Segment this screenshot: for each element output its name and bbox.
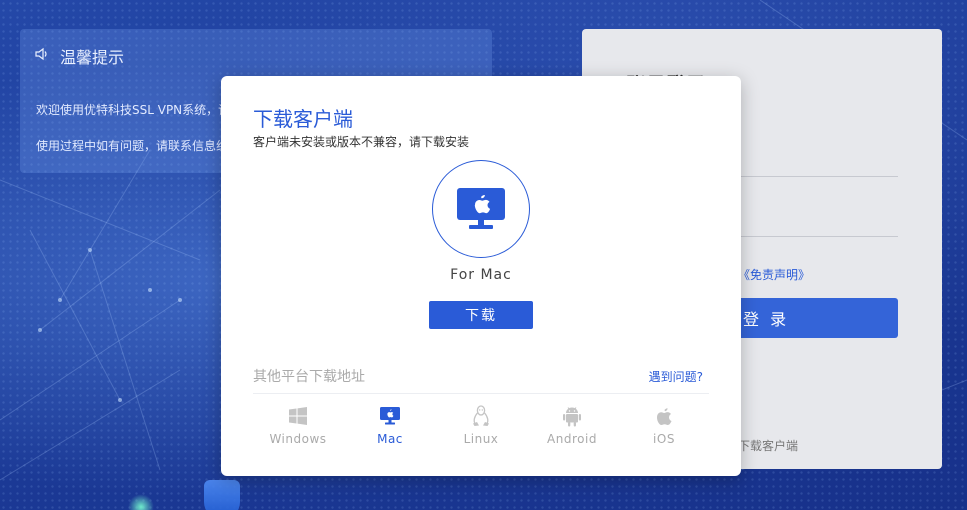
tab-mac[interactable]: Mac (350, 404, 430, 452)
tab-linux[interactable]: Linux (441, 404, 521, 452)
tip-line-2: 使用过程中如有问题，请联系信息组 (36, 139, 229, 153)
modal-title: 下载客户端 (253, 107, 353, 131)
help-link[interactable]: 遇到问题? (649, 368, 703, 385)
apple-icon (624, 404, 704, 428)
mac-monitor-icon (350, 404, 430, 428)
divider (253, 393, 709, 394)
tab-android[interactable]: Android (532, 404, 612, 452)
password-field-underline[interactable] (722, 236, 898, 237)
speaker-icon (34, 46, 50, 66)
linux-icon (441, 404, 521, 428)
tip-title-text: 温馨提示 (60, 48, 125, 67)
tab-windows-label: Windows (269, 432, 327, 446)
download-client-modal: 下载客户端 客户端未安装或版本不兼容，请下载安装 For Mac 下载 其他平台… (221, 76, 741, 476)
tip-line-1: 欢迎使用优特科技SSL VPN系统，请 (36, 103, 231, 117)
other-platforms-label: 其他平台下载地址 (253, 369, 365, 385)
tab-windows[interactable]: Windows (258, 404, 338, 452)
windows-icon (258, 404, 338, 428)
username-field-underline[interactable] (722, 176, 898, 177)
shield-icon (204, 480, 240, 510)
tab-ios-label: iOS (653, 432, 675, 446)
download-client-link[interactable]: 下载客户端 (738, 437, 798, 454)
platform-tabs: Windows Mac Linux Android iOS (253, 404, 709, 452)
download-button[interactable]: 下载 (429, 301, 533, 329)
modal-subtitle: 客户端未安装或版本不兼容，请下载安装 (253, 135, 470, 149)
mac-monitor-icon (432, 160, 530, 258)
current-platform-label: For Mac (450, 267, 512, 283)
tip-title: 温馨提示 (34, 44, 124, 68)
tab-linux-label: Linux (463, 432, 499, 446)
android-icon (532, 404, 612, 428)
login-button[interactable]: 登 录 (722, 298, 898, 338)
tab-ios[interactable]: iOS (624, 404, 704, 452)
disclaimer-link[interactable]: 《免责声明》 (738, 266, 810, 283)
tab-android-label: Android (547, 432, 597, 446)
tab-mac-label: Mac (377, 432, 403, 446)
